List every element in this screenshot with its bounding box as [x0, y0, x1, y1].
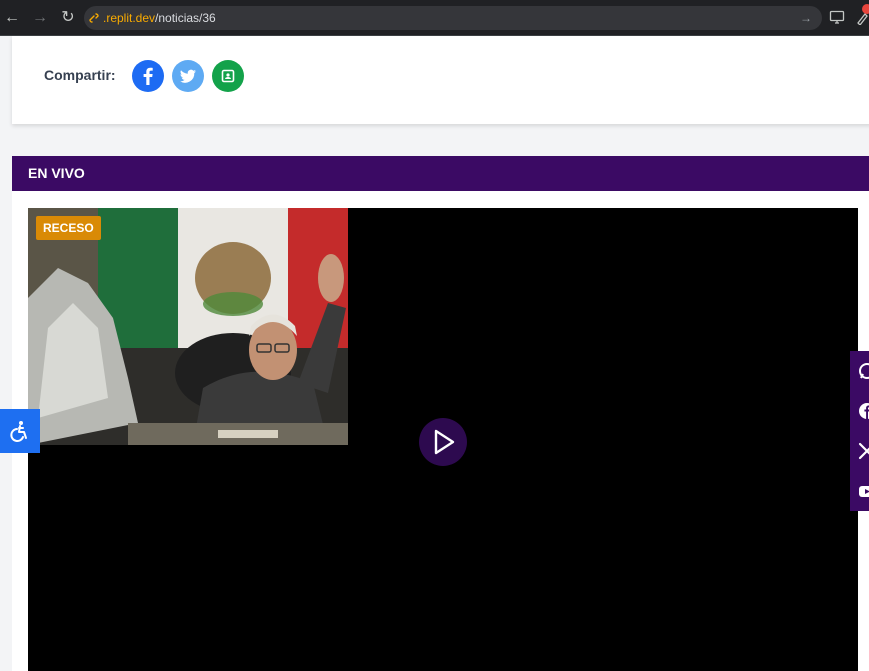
status-badge: RECESO	[36, 216, 101, 240]
facebook-icon[interactable]	[858, 402, 869, 420]
thumbnail-image	[28, 208, 348, 445]
accessibility-button[interactable]	[0, 409, 40, 453]
play-icon	[434, 429, 455, 455]
facebook-share-button[interactable]	[132, 60, 164, 92]
accessibility-icon	[10, 421, 27, 442]
cast-screen-icon[interactable]	[829, 9, 845, 28]
forward-icon[interactable]: →	[30, 8, 50, 28]
reload-icon[interactable]: ↻	[58, 8, 78, 28]
go-arrow-icon[interactable]: →	[800, 6, 812, 30]
x-icon[interactable]	[858, 442, 869, 460]
twitter-share-button[interactable]	[172, 60, 204, 92]
social-rail	[850, 351, 869, 511]
play-button[interactable]	[419, 418, 467, 466]
link-icon	[88, 6, 100, 38]
live-section-header: EN VIVO	[12, 156, 869, 191]
back-icon[interactable]: ←	[2, 8, 22, 28]
live-video-player[interactable]: RECESO	[28, 208, 858, 671]
whatsapp-icon[interactable]	[858, 362, 869, 380]
address-bar[interactable]: .replit.dev/noticias/36 →	[84, 6, 822, 30]
browser-toolbar: ← → ↻ .replit.dev/noticias/36 →	[0, 0, 869, 36]
youtube-icon[interactable]	[858, 482, 869, 500]
classroom-share-button[interactable]	[212, 60, 244, 92]
facebook-icon	[143, 67, 153, 85]
share-label: Compartir:	[44, 67, 116, 83]
notification-badge	[862, 4, 869, 14]
share-card: Compartir:	[12, 36, 869, 124]
live-title: EN VIVO	[28, 165, 85, 181]
video-thumbnail[interactable]: RECESO	[28, 208, 348, 445]
url-domain: .replit.dev	[103, 11, 156, 25]
twitter-icon	[180, 69, 196, 83]
classroom-icon	[221, 69, 235, 83]
url-path: /noticias/36	[155, 11, 216, 25]
